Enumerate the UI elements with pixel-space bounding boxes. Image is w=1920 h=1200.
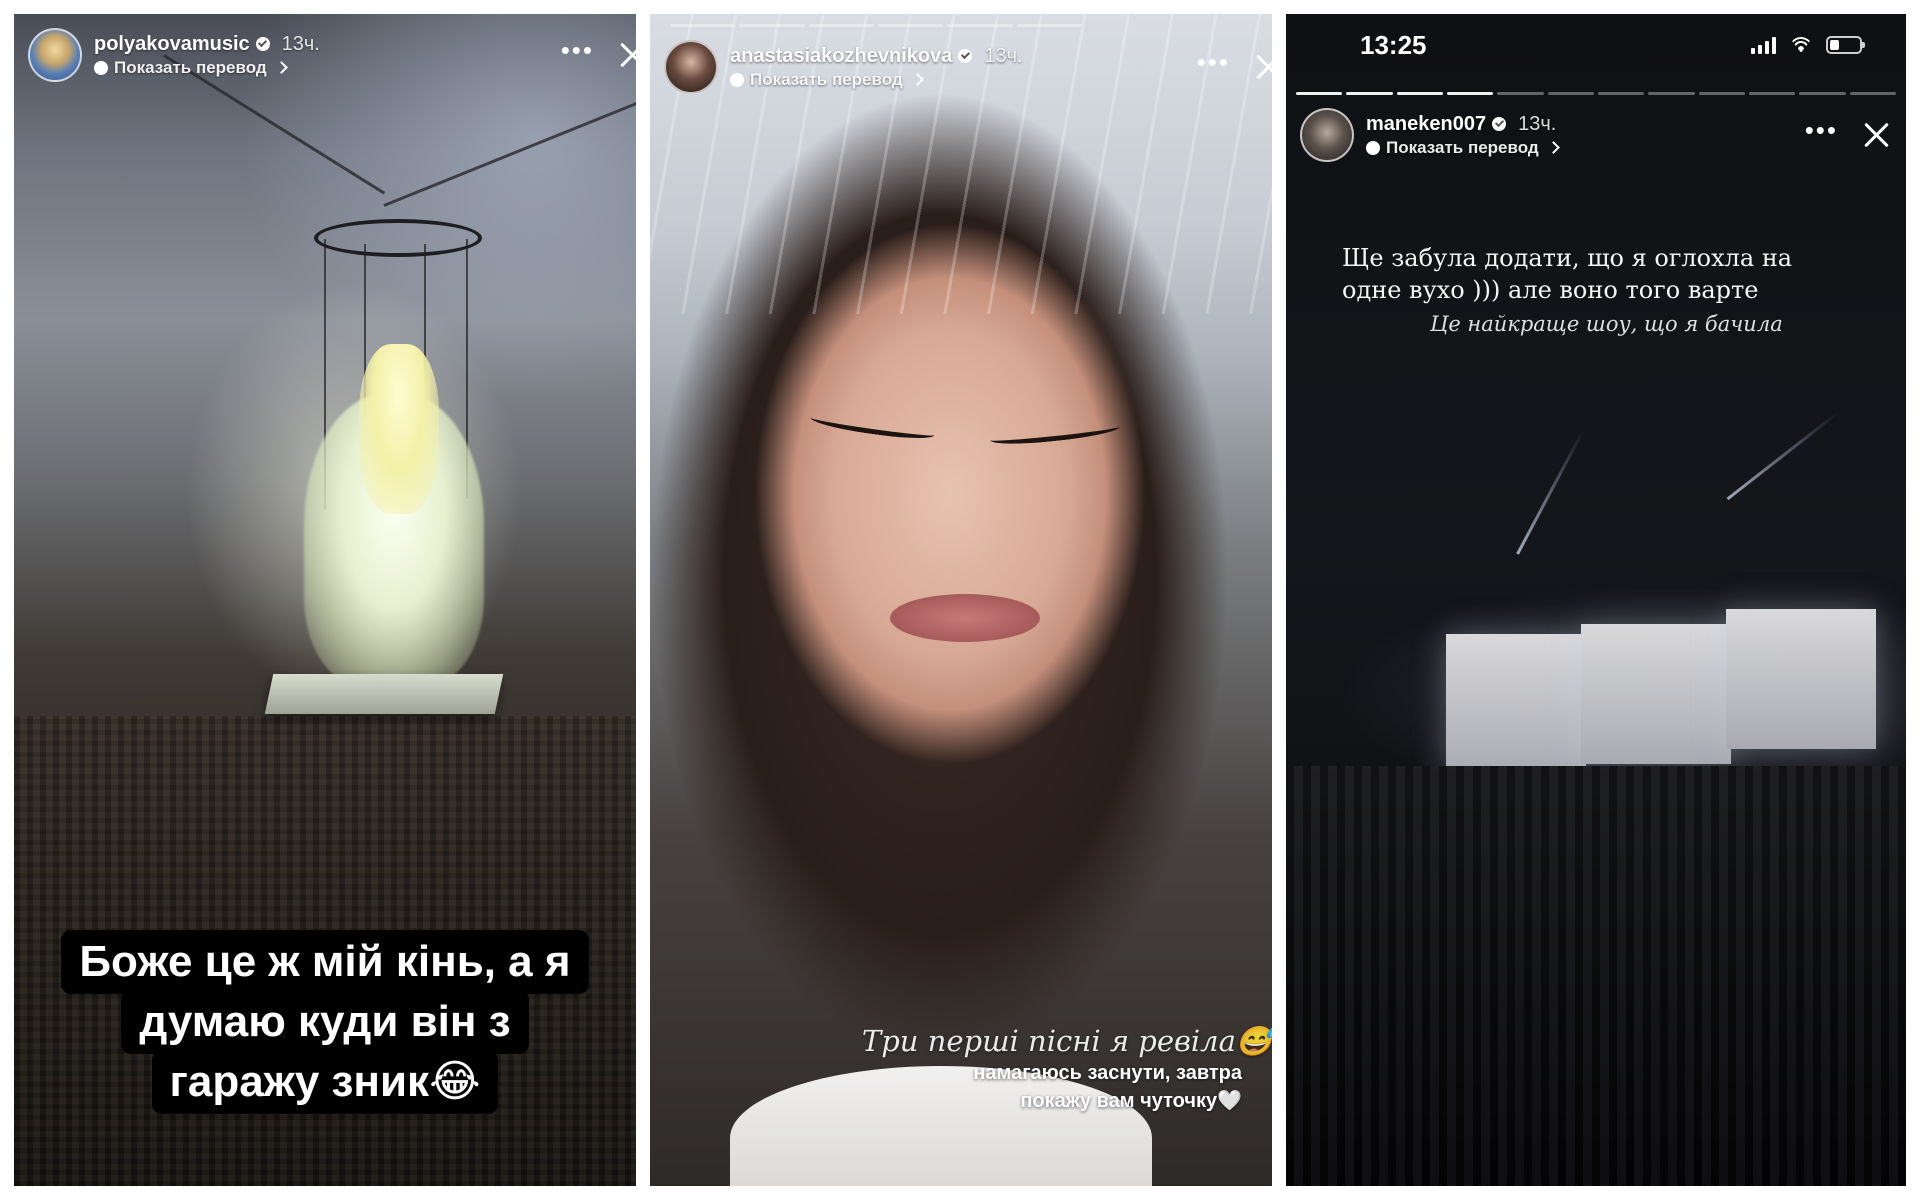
closed-eye	[989, 419, 1121, 448]
verified-badge-icon	[255, 37, 270, 51]
story-progress	[670, 24, 1082, 27]
caption-line: покажу вам чуточку🤍	[1020, 1090, 1242, 1112]
story-collage: polyakovamusic 13ч. Показать перевод •••…	[0, 0, 1920, 1200]
story-anastasiakozhevnikova[interactable]: anastasiakozhevnikova 13ч. Показать пере…	[650, 14, 1272, 1186]
progress-segment	[947, 24, 1013, 27]
show-translation-link[interactable]: Показать перевод	[1366, 137, 1560, 158]
progress-segment	[1698, 92, 1745, 95]
stadium-photo	[1286, 14, 1906, 1186]
story-text-line: Це найкраще шоу, що я бачила	[1430, 312, 1783, 336]
avatar[interactable]	[28, 28, 82, 82]
caption-line: думаю куди він з	[121, 990, 529, 1054]
wifi-icon	[1788, 35, 1814, 55]
progress-segment	[1648, 92, 1695, 95]
avatar[interactable]	[664, 40, 718, 94]
more-options-icon[interactable]: •••	[561, 37, 594, 65]
performer	[359, 344, 439, 514]
close-icon[interactable]	[1860, 119, 1892, 151]
show-translation-label: Показать перевод	[114, 57, 267, 77]
username[interactable]: anastasiakozhevnikova	[730, 45, 952, 68]
show-translation-link[interactable]: Показать перевод	[730, 70, 1023, 90]
flying-rig	[314, 219, 482, 257]
show-translation-label: Показать перевод	[1386, 137, 1539, 157]
verified-badge-icon	[958, 49, 973, 63]
light-beam	[1516, 429, 1585, 555]
caption-line: гаражу зник😂	[151, 1050, 499, 1114]
light-beam	[1726, 411, 1839, 501]
username[interactable]: maneken007	[1366, 113, 1486, 136]
chevron-right-icon	[1546, 141, 1560, 154]
progress-segment	[1799, 92, 1846, 95]
story-caption: Боже це ж мій кінь, а я думаю куди він з…	[14, 930, 636, 1114]
stage-screen	[1446, 634, 1586, 774]
lips	[890, 594, 1040, 642]
more-options-icon[interactable]: •••	[1805, 117, 1838, 145]
progress-segment	[1346, 92, 1393, 95]
stage-screen	[1726, 609, 1876, 749]
verified-badge-icon	[1492, 117, 1507, 131]
show-translation-label: Показать перевод	[750, 69, 903, 89]
cellular-signal-icon	[1751, 36, 1776, 54]
horse-platform	[264, 674, 504, 714]
caption-script-line: Три перші пісні я ревіла😅	[861, 1024, 1272, 1058]
progress-segment	[1016, 24, 1082, 27]
caption-line: Боже це ж мій кінь, а я	[61, 930, 589, 994]
selfie-photo	[650, 14, 1272, 1186]
progress-segment	[1597, 92, 1645, 95]
progress-segment	[1396, 92, 1443, 95]
story-text-line: Ще забула додати, що я оглохла на	[1342, 244, 1793, 272]
post-time: 13ч.	[281, 32, 320, 55]
more-options-icon[interactable]: •••	[1197, 49, 1230, 77]
story-text-line: одне вухо ))) але воно того варте	[1342, 276, 1759, 304]
progress-segment	[1446, 92, 1494, 95]
progress-segment	[1497, 92, 1544, 95]
chevron-right-icon	[274, 61, 288, 74]
avatar[interactable]	[1300, 108, 1354, 162]
story-caption: Три перші пісні я ревіла😅 намагаюсь засн…	[862, 1024, 1272, 1115]
stage-cable	[383, 99, 636, 207]
progress-segment	[1849, 92, 1896, 95]
closed-eye	[809, 410, 936, 443]
username[interactable]: polyakovamusic	[94, 33, 250, 56]
translate-icon	[730, 72, 744, 87]
progress-segment	[1547, 92, 1594, 95]
phone-status-bar: 13:25	[1286, 14, 1906, 76]
progress-segment	[877, 24, 944, 27]
status-clock: 13:25	[1360, 29, 1427, 60]
stage-screen	[1581, 624, 1731, 764]
chevron-right-icon	[910, 73, 924, 86]
progress-segment	[739, 24, 805, 27]
post-time: 13ч.	[984, 44, 1023, 67]
progress-segment	[1748, 92, 1796, 95]
close-icon[interactable]	[1252, 51, 1272, 83]
story-header: anastasiakozhevnikova 13ч. Показать пере…	[664, 40, 1258, 94]
translate-icon	[1366, 140, 1380, 155]
progress-segment	[670, 24, 736, 27]
close-icon[interactable]	[616, 39, 636, 71]
story-header: maneken007 13ч. Показать перевод •••	[1300, 108, 1892, 162]
crowd	[1286, 766, 1906, 1186]
show-translation-link[interactable]: Показать перевод	[94, 58, 320, 78]
progress-segment	[1296, 92, 1343, 95]
story-polyakovamusic[interactable]: polyakovamusic 13ч. Показать перевод •••…	[14, 14, 636, 1186]
battery-icon	[1826, 36, 1865, 54]
story-header: polyakovamusic 13ч. Показать перевод •••	[28, 28, 622, 82]
story-maneken007[interactable]: 13:25 maneken007 13ч. Показать перевод •…	[1286, 14, 1906, 1186]
story-text: Ще забула додати, що я оглохла на одне в…	[1342, 242, 1792, 336]
post-time: 13ч.	[1518, 112, 1557, 135]
story-progress	[1296, 92, 1896, 95]
progress-segment	[808, 24, 874, 27]
caption-line: намагаюсь заснути, завтра	[973, 1062, 1242, 1084]
translate-icon	[94, 60, 108, 75]
